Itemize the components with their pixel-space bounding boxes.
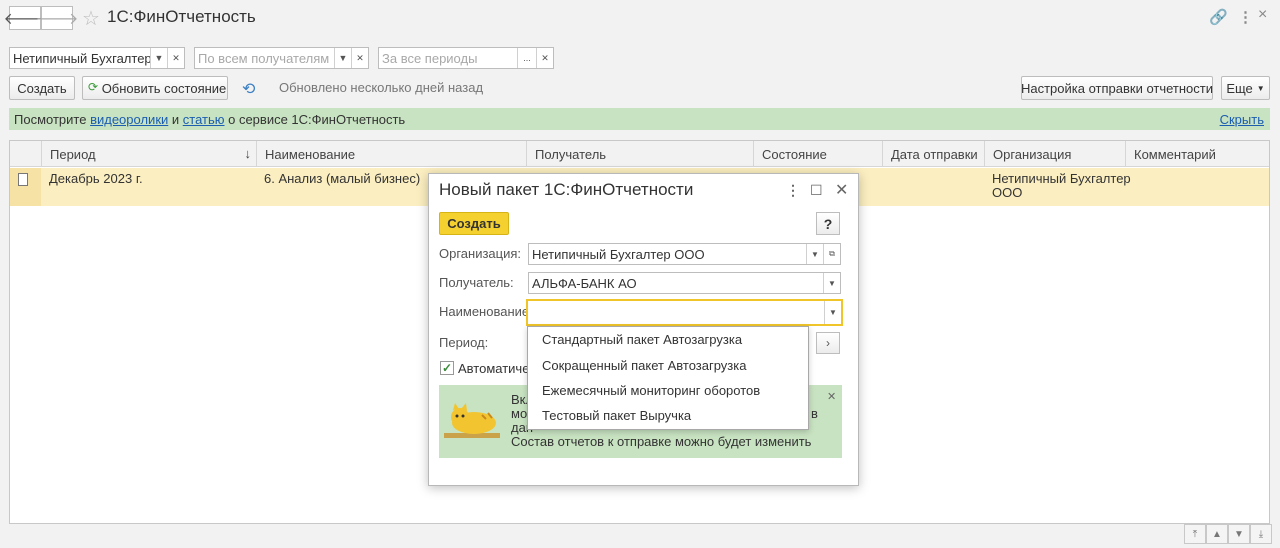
column-label: Дата отправки (891, 146, 978, 162)
more-button[interactable]: Еще ▼ (1221, 76, 1270, 100)
info-line-right: в (811, 406, 818, 421)
row-period: Декабрь 2023 г. (49, 171, 143, 186)
organization-field[interactable]: Нетипичный Бухгалтер ООО ▼ ⧉ (528, 243, 841, 265)
auto-checkbox[interactable]: ✓ (440, 361, 454, 375)
recipient-value: АЛЬФА-БАНК АО (532, 275, 637, 291)
dropdown-item[interactable]: Тестовый пакет Выручка (542, 408, 691, 423)
period-filter[interactable]: За все периоды ... ✕ (378, 47, 554, 69)
dialog-title: Новый пакет 1С:ФинОтчетности (439, 180, 694, 199)
videos-link[interactable]: видеоролики (90, 112, 168, 127)
info-suffix: о сервисе 1С:ФинОтчетность (224, 111, 406, 127)
recipient-filter-placeholder: По всем получателям (198, 50, 330, 66)
recipient-filter[interactable]: По всем получателям ▼ ✕ (194, 47, 369, 69)
column-header-status[interactable]: Состояние (753, 141, 883, 167)
dropdown-item[interactable]: Стандартный пакет Автозагрузка (542, 332, 742, 347)
update-status-text: Обновлено несколько дней назад (279, 80, 484, 95)
dropdown-arrow-icon[interactable]: ▼ (824, 301, 841, 324)
favorite-star-icon[interactable]: ☆ (82, 6, 100, 31)
new-package-dialog: Новый пакет 1С:ФинОтчетности ⋮ ☐ ✕ Созда… (428, 173, 859, 486)
dropdown-arrow-icon[interactable]: ▼ (150, 48, 167, 68)
dropdown-item[interactable]: Сокращенный пакет Автозагрузка (542, 358, 746, 373)
row-organization-line2: ООО (992, 185, 1023, 200)
organization-filter-value: Нетипичный Бухгалтер ОО (13, 50, 150, 66)
refresh-status-button[interactable]: ⟳ Обновить состояние (82, 76, 228, 100)
auto-label: Автоматичес (458, 361, 536, 376)
refresh-icon: ⟳ (88, 80, 99, 94)
name-field[interactable]: ▼ (526, 299, 843, 326)
last-page-icon[interactable]: ⤓ (1250, 524, 1272, 544)
organization-value: Нетипичный Бухгалтер ООО (532, 246, 705, 262)
name-dropdown-list[interactable]: Стандартный пакет Автозагрузка Сокращенн… (527, 326, 809, 430)
info-and: и (168, 111, 183, 127)
link-icon[interactable]: 🔗 (1209, 8, 1228, 26)
name-label: Наименование: (439, 304, 533, 319)
period-filter-placeholder: За все периоды (382, 50, 478, 66)
hide-link[interactable]: Скрыть (1220, 112, 1264, 127)
select-period-icon[interactable]: ... (517, 48, 536, 68)
column-label: Период (50, 146, 96, 162)
more-menu-icon[interactable]: ⋮ (1238, 8, 1253, 26)
page-title: 1С:ФинОтчетность (107, 7, 256, 26)
send-settings-button[interactable]: Настройка отправки отчетности (1021, 76, 1213, 100)
dropdown-arrow-icon[interactable]: ▼ (806, 244, 823, 264)
column-label: Комментарий (1134, 146, 1216, 162)
column-label: Состояние (762, 146, 827, 162)
chevron-down-icon: ▼ (1256, 83, 1265, 93)
clear-icon[interactable]: ✕ (351, 48, 368, 68)
page-down-icon[interactable]: ▼ (1228, 524, 1250, 544)
column-header-name[interactable]: Наименование (256, 141, 526, 167)
column-header-recipient[interactable]: Получатель (526, 141, 754, 167)
cat-mascot-icon (444, 403, 500, 438)
dialog-close-icon[interactable]: ✕ (835, 180, 848, 200)
clear-icon[interactable]: ✕ (536, 48, 553, 68)
dialog-more-icon[interactable]: ⋮ (786, 182, 800, 199)
period-label: Период: (439, 335, 489, 350)
help-button[interactable]: ? (816, 212, 840, 235)
clear-icon[interactable]: ✕ (167, 48, 184, 68)
column-header-period[interactable]: Период ↓ (41, 141, 257, 167)
next-period-button[interactable]: › (816, 332, 840, 354)
info-banner: Посмотрите видеоролики и статью о сервис… (9, 108, 1270, 130)
column-header-comment[interactable]: Комментарий (1125, 141, 1271, 167)
refresh-status-label: Обновить состояние (101, 80, 227, 96)
sync-icon[interactable]: ⟲ (242, 79, 255, 99)
recipient-label: Получатель: (439, 275, 514, 290)
dialog-create-button[interactable]: Создать (439, 212, 509, 235)
article-link[interactable]: статью (183, 112, 225, 127)
organization-label: Организация: (439, 246, 522, 261)
column-header-send-date[interactable]: Дата отправки (882, 141, 985, 167)
document-icon (18, 173, 28, 186)
dropdown-item[interactable]: Ежемесячный мониторинг оборотов (542, 383, 760, 398)
table-header: Период ↓ Наименование Получатель Состоян… (10, 141, 1269, 167)
checkmark-icon: ✓ (441, 361, 453, 375)
info-prefix: Посмотрите (14, 111, 87, 127)
arrow-right-icon: 🡒 (35, 10, 79, 28)
organization-filter[interactable]: Нетипичный Бухгалтер ОО ▼ ✕ (9, 47, 185, 69)
sort-arrow-icon: ↓ (244, 146, 252, 161)
dropdown-arrow-icon[interactable]: ▼ (334, 48, 351, 68)
recipient-field[interactable]: АЛЬФА-БАНК АО ▼ (528, 272, 841, 294)
more-label: Еще (1226, 80, 1253, 96)
close-icon[interactable]: × (1258, 6, 1267, 24)
page-up-icon[interactable]: ▲ (1206, 524, 1228, 544)
create-button[interactable]: Создать (9, 76, 75, 100)
info-close-icon[interactable]: ✕ (827, 390, 836, 403)
chevron-right-icon: › (826, 336, 830, 350)
column-label: Организация (993, 146, 1072, 162)
row-organization-line1: Нетипичный Бухгалтер (992, 171, 1131, 186)
column-label: Получатель (535, 146, 607, 162)
first-page-icon[interactable]: ⤒ (1184, 524, 1206, 544)
dropdown-arrow-icon[interactable]: ▼ (823, 273, 840, 293)
maximize-icon[interactable]: ☐ (810, 182, 823, 199)
forward-button[interactable]: 🡒 (36, 6, 78, 30)
info-line-4: Состав отчетов к отправке можно будет из… (511, 434, 812, 449)
open-icon[interactable]: ⧉ (823, 244, 840, 264)
column-header-organization[interactable]: Организация (984, 141, 1126, 167)
column-label: Наименование (265, 146, 356, 162)
row-name: 6. Анализ (малый бизнес) (264, 171, 421, 186)
